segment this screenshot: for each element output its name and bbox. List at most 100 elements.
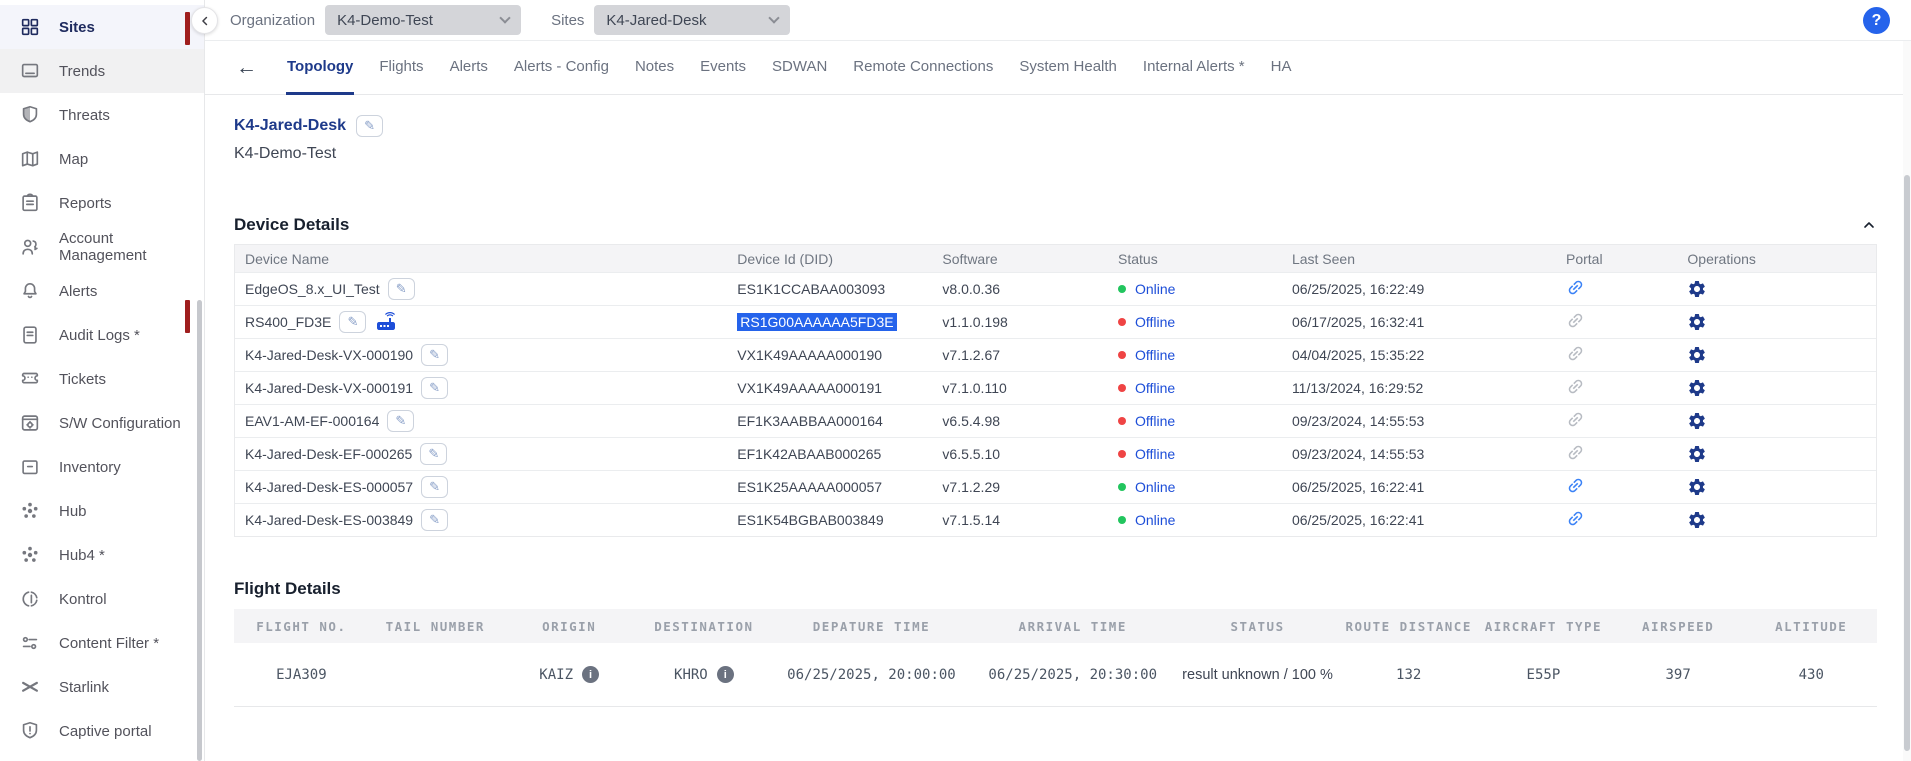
tab-alerts-config[interactable]: Alerts - Config	[513, 41, 610, 95]
tab-internal-alerts[interactable]: Internal Alerts *	[1142, 41, 1246, 95]
device-name-edit-button[interactable]: ✎	[421, 344, 448, 366]
device-name-edit-button[interactable]: ✎	[421, 377, 448, 399]
device-name-edit-button[interactable]: ✎	[421, 509, 448, 531]
organization-select[interactable]: K4-Demo-Test	[325, 5, 521, 35]
device-id-cell: VX1K49AAAAA000190	[727, 347, 932, 363]
gear-icon[interactable]	[1687, 312, 1707, 332]
sidebar-item-starlink[interactable]: Starlink	[0, 665, 204, 709]
status-link[interactable]: Offline	[1135, 347, 1175, 363]
sidebar-item-hub4[interactable]: Hub4 *	[0, 533, 204, 577]
aircraft-type-cell: E55P	[1476, 667, 1611, 683]
offline-dot-icon	[1118, 351, 1126, 359]
site-name-link[interactable]: K4-Jared-Desk	[234, 117, 346, 135]
operations-cell	[1677, 378, 1876, 398]
sidebar-scrollbar[interactable]	[197, 300, 202, 761]
tab-remote-connections[interactable]: Remote Connections	[852, 41, 994, 95]
document-icon	[18, 323, 42, 347]
sidebar-item-kontrol[interactable]: Kontrol	[0, 577, 204, 621]
tab-topology[interactable]: Topology	[286, 41, 354, 95]
sidebar-item-reports[interactable]: Reports	[0, 181, 204, 225]
device-name: K4-Jared-Desk-VX-000190	[245, 347, 413, 363]
device-name-edit-button[interactable]: ✎	[388, 278, 415, 300]
gear-icon[interactable]	[1687, 279, 1707, 299]
device-name-edit-button[interactable]: ✎	[387, 410, 414, 432]
status-link[interactable]: Offline	[1135, 446, 1175, 462]
help-icon[interactable]: ?	[1863, 7, 1890, 34]
page-content: K4-Jared-Desk ✎ K4-Demo-Test Device Deta…	[205, 115, 1911, 707]
sidebar-item-threats[interactable]: Threats	[0, 93, 204, 137]
device-name-edit-button[interactable]: ✎	[421, 476, 448, 498]
sidebar-item-inventory[interactable]: Inventory	[0, 445, 204, 489]
gear-icon[interactable]	[1687, 378, 1707, 398]
back-arrow-icon[interactable]: ←	[236, 57, 257, 78]
device-name-edit-button[interactable]: ✎	[420, 443, 447, 465]
tab-events[interactable]: Events	[699, 41, 747, 95]
device-id-cell: RS1G00AAAAAA5FD3E	[727, 313, 932, 331]
gear-icon[interactable]	[1687, 345, 1707, 365]
portal-link-icon[interactable]	[1566, 278, 1585, 300]
gear-icon[interactable]	[1687, 477, 1707, 497]
info-icon[interactable]: i	[717, 666, 734, 683]
tab-notes[interactable]: Notes	[634, 41, 675, 95]
portal-cell	[1556, 377, 1677, 399]
tab-system-health[interactable]: System Health	[1018, 41, 1118, 95]
status-link[interactable]: Online	[1135, 512, 1175, 528]
sidebar-item-trends[interactable]: Trends	[0, 49, 204, 93]
offline-dot-icon	[1118, 318, 1126, 326]
tab-alerts[interactable]: Alerts	[449, 41, 489, 95]
device-id: VX1K49AAAAA000190	[737, 347, 882, 363]
status-link[interactable]: Online	[1135, 281, 1175, 297]
site-name-edit-button[interactable]: ✎	[356, 115, 383, 137]
info-icon[interactable]: i	[582, 666, 599, 683]
sidebar-item-audit-logs[interactable]: Audit Logs *	[0, 313, 204, 357]
tab-sdwan[interactable]: SDWAN	[771, 41, 828, 95]
page-scrollbar[interactable]	[1903, 41, 1911, 761]
tab-ha[interactable]: HA	[1270, 41, 1293, 95]
device-table-body: EdgeOS_8.x_UI_Test✎ES1K1CCABAA003093v8.0…	[235, 272, 1876, 536]
portal-link-icon	[1566, 443, 1585, 465]
portal-cell	[1556, 476, 1677, 498]
device-id: ES1K1CCABAA003093	[737, 281, 885, 297]
portal-cell	[1556, 410, 1677, 432]
sidebar-item-s-w-configuration[interactable]: S/W Configuration	[0, 401, 204, 445]
sidebar-item-map[interactable]: Map	[0, 137, 204, 181]
device-name-edit-button[interactable]: ✎	[339, 311, 366, 333]
altitude-cell-value: 430	[1799, 667, 1824, 683]
gear-icon[interactable]	[1687, 444, 1707, 464]
sidebar-item-label: Alerts	[59, 283, 97, 300]
software-version-cell: v7.1.2.29	[932, 479, 1108, 495]
status-link[interactable]: Offline	[1135, 413, 1175, 429]
sidebar-collapse-button[interactable]	[191, 7, 218, 34]
flight-column-header-flight-no: FLIGHT NO.	[234, 619, 369, 634]
organization-select-value: K4-Demo-Test	[337, 12, 433, 29]
device-table-header: Device NameDevice Id (DID)SoftwareStatus…	[235, 245, 1876, 272]
page-scrollbar-thumb[interactable]	[1904, 175, 1910, 751]
tab-flights[interactable]: Flights	[378, 41, 424, 95]
sidebar-item-captive-portal[interactable]: Captive portal	[0, 709, 204, 753]
gear-icon[interactable]	[1687, 411, 1707, 431]
sidebar-item-sites[interactable]: Sites	[0, 5, 204, 49]
device-table-row: RS400_FD3E✎RS1G00AAAAAA5FD3Ev1.1.0.198Of…	[235, 305, 1876, 338]
collapse-section-button[interactable]	[1861, 217, 1877, 233]
flight-table-body: EJA309KAIZiKHROi06/25/2025, 20:00:0006/2…	[234, 643, 1877, 707]
sites-select[interactable]: K4-Jared-Desk	[594, 5, 790, 35]
portal-link-icon[interactable]	[1566, 509, 1585, 531]
sidebar-item-tickets[interactable]: Tickets	[0, 357, 204, 401]
arrival-time-cell-value: 06/25/2025, 20:30:00	[988, 667, 1157, 683]
shield-icon	[18, 103, 42, 127]
report-icon	[18, 191, 42, 215]
sidebar-item-alerts[interactable]: Alerts	[0, 269, 204, 313]
device-id: VX1K49AAAAA000191	[737, 380, 882, 396]
origin-cell-value: KAIZ	[539, 667, 573, 683]
status-link[interactable]: Offline	[1135, 314, 1175, 330]
portal-link-icon[interactable]	[1566, 476, 1585, 498]
sidebar-item-hub[interactable]: Hub	[0, 489, 204, 533]
box-icon	[18, 455, 42, 479]
sidebar-item-account-management[interactable]: Account Management	[0, 225, 204, 269]
status-link[interactable]: Offline	[1135, 380, 1175, 396]
gear-icon[interactable]	[1687, 510, 1707, 530]
sidebar-item-content-filter[interactable]: Content Filter *	[0, 621, 204, 665]
device-id-cell: EF1K42ABAAB000265	[727, 446, 932, 462]
status-link[interactable]: Online	[1135, 479, 1175, 495]
device-id-cell: ES1K1CCABAA003093	[727, 281, 932, 297]
